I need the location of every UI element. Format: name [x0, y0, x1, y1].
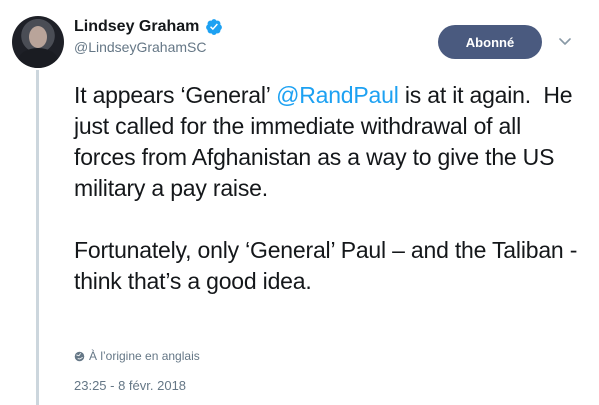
translation-note: À l’origine en anglais — [74, 349, 200, 363]
tweet-timestamp[interactable]: 23:25 - 8 févr. 2018 — [74, 378, 186, 393]
tweet-header: Lindsey Graham @LindseyGrahamSC — [74, 18, 223, 55]
avatar-face — [29, 26, 47, 48]
tweet-text-start: It appears ‘General’ — [74, 82, 277, 108]
author-name[interactable]: Lindsey Graham — [74, 18, 199, 36]
mention-link[interactable]: @RandPaul — [276, 82, 399, 108]
name-row: Lindsey Graham — [74, 18, 223, 36]
author-handle[interactable]: @LindseyGrahamSC — [74, 39, 223, 55]
chevron-down-glyph — [559, 38, 571, 45]
translation-note-text: À l’origine en anglais — [89, 349, 200, 363]
thread-line — [36, 70, 39, 405]
chevron-down-icon[interactable] — [557, 34, 573, 50]
avatar-shoulders — [18, 48, 58, 68]
tweet-text: It appears ‘General’ @RandPaul is at it … — [74, 80, 584, 297]
globe-icon — [74, 351, 85, 361]
tweet-card: Lindsey Graham @LindseyGrahamSC Abonné I… — [0, 0, 599, 405]
verified-badge-icon — [206, 19, 223, 35]
following-button[interactable]: Abonné — [438, 25, 542, 59]
tweet-text-rest: is at it again. He just called for the i… — [74, 82, 578, 294]
avatar[interactable] — [12, 16, 64, 68]
